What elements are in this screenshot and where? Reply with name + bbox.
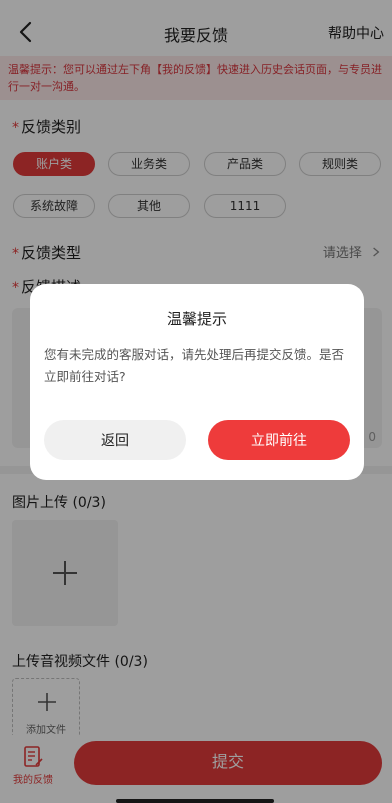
dialog-go-now-button[interactable]: 立即前往 xyxy=(208,420,350,460)
dialog-back-button[interactable]: 返回 xyxy=(44,420,186,460)
confirm-dialog: 温馨提示 您有未完成的客服对话，请先处理后再提交反馈。是否立即前往对话? 返回 … xyxy=(30,284,364,480)
dialog-message: 您有未完成的客服对话，请先处理后再提交反馈。是否立即前往对话? xyxy=(44,347,345,384)
dialog-title: 温馨提示 xyxy=(166,310,227,328)
